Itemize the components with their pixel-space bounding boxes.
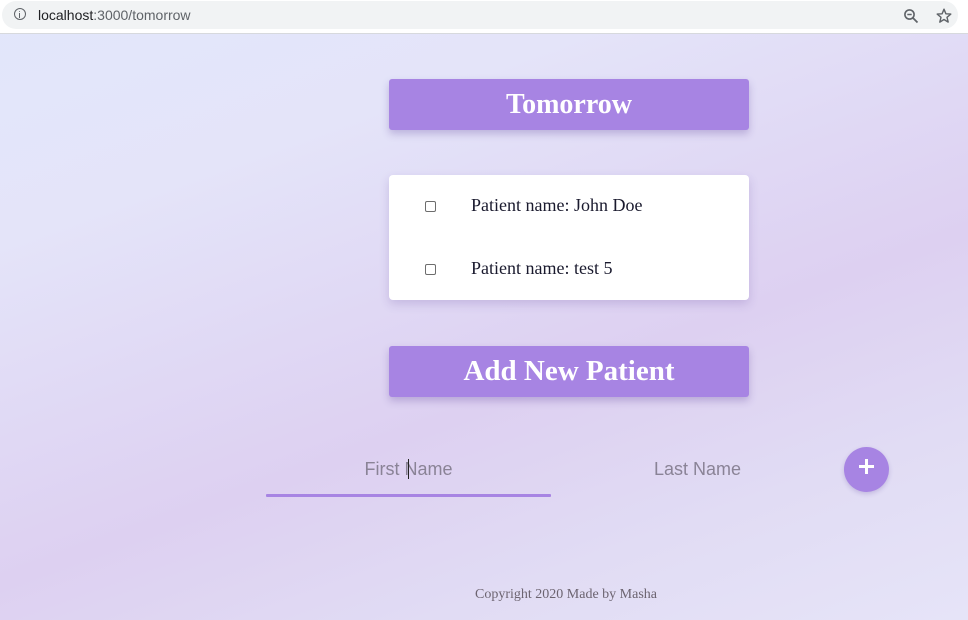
star-icon[interactable]	[935, 7, 953, 25]
plus-icon	[859, 459, 874, 474]
patient-name-label: Patient name: test 5	[471, 258, 613, 278]
patient-list: Patient name: John Doe Patient name: tes…	[389, 175, 749, 300]
list-item: Patient name: John Doe	[389, 191, 749, 221]
patient-checkbox[interactable]	[425, 264, 436, 275]
info-icon[interactable]	[14, 8, 26, 20]
url-field[interactable]: localhost:3000/tomorrow	[2, 1, 958, 29]
zoom-out-icon[interactable]	[903, 8, 919, 24]
list-item: Patient name: test 5	[389, 254, 749, 284]
url-text[interactable]: localhost:3000/tomorrow	[38, 7, 191, 23]
last-name-input[interactable]	[555, 452, 840, 486]
browser-address-bar: localhost:3000/tomorrow	[0, 0, 968, 34]
page-title: Tomorrow	[389, 79, 749, 130]
patient-name-label: Patient name: John Doe	[471, 195, 643, 215]
add-patient-heading: Add New Patient	[389, 346, 749, 397]
first-name-underline	[266, 494, 551, 497]
add-patient-button[interactable]	[844, 447, 889, 492]
url-host: localhost	[38, 7, 94, 23]
patient-checkbox[interactable]	[425, 201, 436, 212]
footer-copyright: Copyright 2020 Made by Masha	[475, 587, 657, 602]
url-path: :3000/tomorrow	[93, 7, 191, 23]
text-cursor	[408, 459, 409, 479]
